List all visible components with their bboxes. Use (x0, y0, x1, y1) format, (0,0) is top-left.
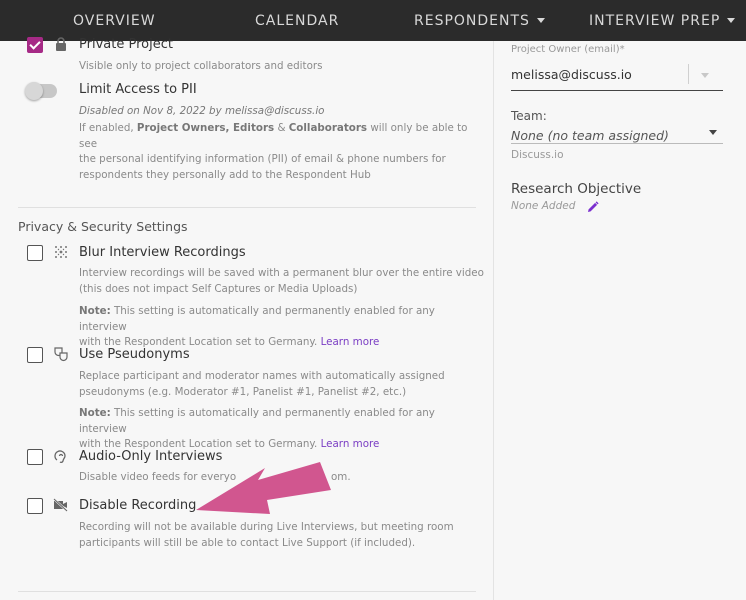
pii-desc-amp: & (274, 122, 289, 134)
required-asterisk: * (619, 44, 625, 55)
mask-icon (53, 346, 69, 362)
section-divider (18, 207, 476, 208)
nav-respondents-label: RESPONDENTS (414, 12, 530, 29)
blur-icon (53, 245, 69, 261)
nav-interview-prep-label: INTERVIEW PREP (589, 12, 721, 29)
nav-overview-label: OVERVIEW (73, 12, 156, 29)
project-owner-value[interactable]: melissa@discuss.io (511, 67, 632, 82)
private-project-checkbox[interactable] (27, 37, 43, 53)
audio-only-checkbox[interactable] (27, 449, 43, 465)
limit-pii-label: Limit Access to PII (79, 82, 197, 97)
blur-recordings-label: Blur Interview Recordings (79, 245, 246, 260)
blur-recordings-checkbox[interactable] (27, 245, 43, 261)
chevron-down-icon[interactable] (709, 130, 717, 135)
select-separator (688, 64, 689, 84)
chevron-down-icon[interactable] (701, 73, 709, 78)
disable-recording-desc-line1: Recording will not be available during L… (79, 521, 454, 533)
top-nav: OVERVIEW CALENDAR RESPONDENTS INTERVIEW … (0, 0, 746, 41)
chevron-down-icon (536, 18, 545, 23)
note-line1: This setting is automatically and perman… (79, 305, 435, 333)
privacy-security-heading: Privacy & Security Settings (18, 219, 188, 234)
use-pseudonyms-checkbox[interactable] (27, 347, 43, 363)
limit-pii-status: Disabled on Nov 8, 2022 by melissa@discu… (79, 105, 325, 117)
pii-desc-roles-1: Project Owners, Editors (136, 122, 275, 134)
pii-desc-line2: the personal identifying information (PI… (79, 153, 446, 165)
pii-desc-prefix: If enabled, (79, 122, 137, 134)
pii-desc-line3: respondents they personally add to the R… (79, 168, 371, 181)
learn-more-link[interactable]: Learn more (321, 336, 380, 348)
disable-recording-desc-line2: participants will still be able to conta… (79, 536, 416, 549)
use-pseudonyms-description: Replace participant and moderator names … (79, 369, 484, 400)
project-owner-label-text: Project Owner (email) (511, 44, 620, 55)
team-label: Team: (511, 109, 547, 123)
audio-only-description-end: om. (331, 471, 351, 483)
pseudonyms-desc-line1: Replace participant and moderator names … (79, 370, 445, 382)
limit-pii-description: If enabled, Project Owners, Editors & Co… (79, 121, 484, 183)
nav-calendar[interactable]: CALENDAR (255, 0, 339, 41)
research-objective-value: None Added (511, 200, 576, 212)
blur-recordings-note: Note: This setting is automatically and … (79, 304, 484, 351)
pseudonyms-desc-line2: pseudonyms (e.g. Moderator #1, Panelist … (79, 385, 407, 398)
learn-more-link[interactable]: Learn more (321, 438, 380, 450)
nav-respondents[interactable]: RESPONDENTS (414, 0, 545, 41)
nav-interview-prep[interactable]: INTERVIEW PREP (589, 0, 736, 41)
disable-recording-checkbox[interactable] (27, 498, 43, 514)
note-label: Note: (79, 305, 111, 317)
audio-only-description-start: Disable video feeds for everyo (79, 471, 237, 483)
use-pseudonyms-label: Use Pseudonyms (79, 347, 190, 362)
blur-desc-line1: Interview recordings will be saved with … (79, 267, 484, 279)
note-line1: This setting is automatically and perman… (79, 407, 435, 435)
pencil-icon[interactable] (587, 200, 599, 212)
disable-recording-label: Disable Recording (79, 498, 197, 513)
column-divider (493, 41, 494, 600)
pii-desc-roles-2: Collaborators (288, 122, 368, 134)
note-label: Note: (79, 407, 111, 419)
blur-recordings-description: Interview recordings will be saved with … (79, 266, 484, 297)
team-org: Discuss.io (511, 149, 564, 161)
nav-overview[interactable]: OVERVIEW (73, 0, 156, 41)
limit-pii-toggle[interactable] (25, 82, 57, 100)
research-objective-label: Research Objective (511, 181, 642, 197)
project-owner-underline (511, 90, 723, 91)
blur-desc-line2: (this does not impact Self Captures or M… (79, 282, 358, 295)
nav-calendar-label: CALENDAR (255, 12, 340, 29)
disable-recording-description: Recording will not be available during L… (79, 520, 484, 551)
audio-icon (53, 448, 69, 464)
chevron-down-icon (727, 18, 736, 23)
team-select-value[interactable]: None (no team assigned) (511, 128, 669, 143)
audio-only-label: Audio-Only Interviews (79, 449, 223, 464)
video-off-icon (53, 498, 69, 514)
project-owner-label: Project Owner (email)* (511, 44, 625, 55)
team-underline (511, 143, 723, 144)
private-project-label: Private Project (79, 37, 173, 52)
toggle-knob (25, 82, 43, 100)
private-project-description: Visible only to project collaborators an… (79, 60, 323, 72)
use-pseudonyms-note: Note: This setting is automatically and … (79, 406, 484, 453)
section-divider-bottom (18, 591, 476, 592)
lock-icon (53, 37, 69, 53)
